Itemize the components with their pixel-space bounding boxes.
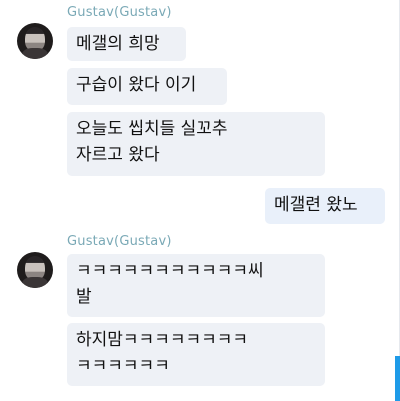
sender-name: Gustav(Gustav): [67, 5, 172, 20]
scrollbar[interactable]: [395, 356, 400, 401]
outgoing-message-bubble[interactable]: 메갤련 왔노: [265, 188, 385, 224]
message-bubble[interactable]: ㅋㅋㅋㅋㅋㅋㅋㅋㅋㅋㅋ씨 발: [67, 254, 325, 317]
message-bubble[interactable]: 오늘도 씹치들 실꼬추 자르고 왔다: [67, 112, 325, 176]
user-avatar[interactable]: [17, 23, 53, 59]
message-bubble[interactable]: 구습이 왔다 이기: [67, 68, 227, 105]
sender-name: Gustav(Gustav): [67, 234, 172, 249]
message-bubble[interactable]: 메갤의 희망: [67, 27, 186, 61]
user-avatar[interactable]: [17, 252, 53, 288]
message-bubble[interactable]: 하지맘ㅋㅋㅋㅋㅋㅋㅋㅋ ㅋㅋㅋㅋㅋㅋ: [67, 323, 325, 386]
